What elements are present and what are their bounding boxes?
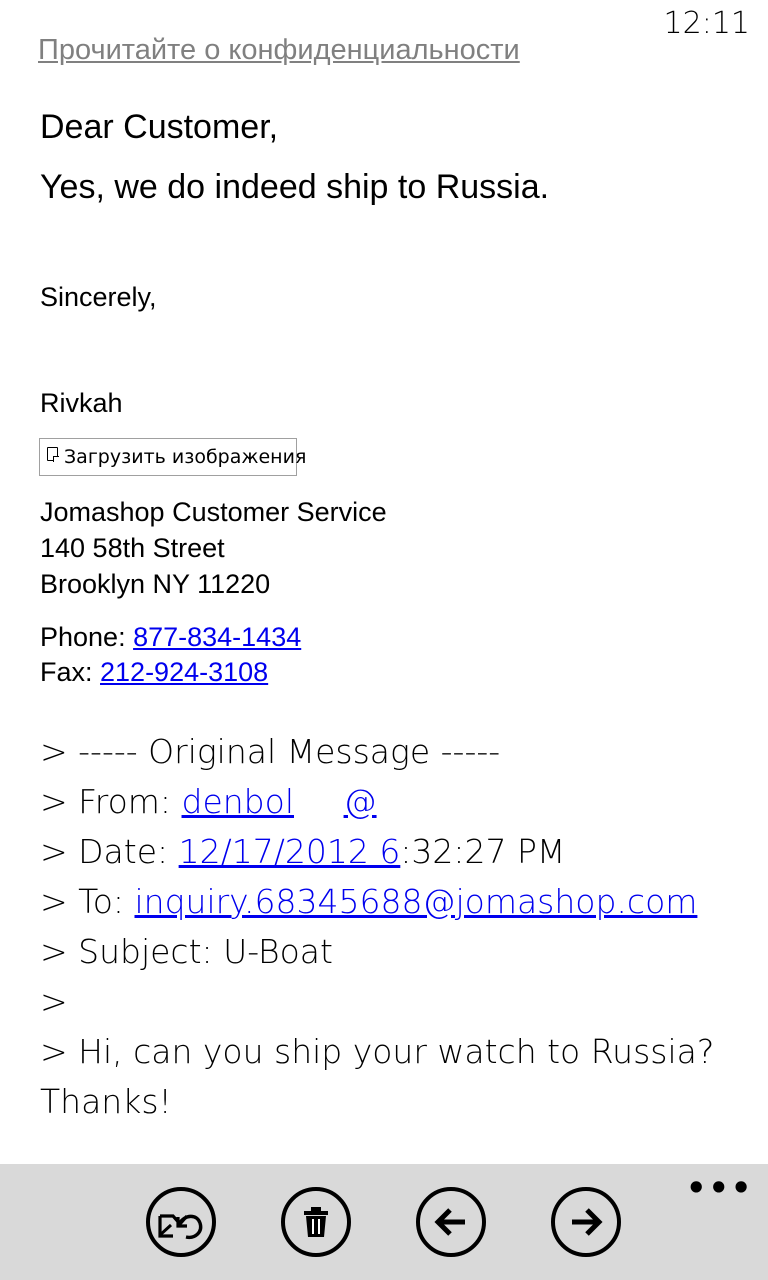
signature-phone: Phone: 877-834-1434: [40, 622, 301, 653]
arrow-left-icon: [434, 1208, 465, 1236]
load-images-label: Загрузить изображения: [64, 446, 307, 468]
quoted-header: > ----- Original Message -----: [40, 732, 501, 771]
trash-icon: [304, 1207, 328, 1237]
quoted-to: > To: inquiry.68345688@jomashop.com: [40, 882, 697, 921]
reply-icon: [158, 1214, 203, 1240]
privacy-link[interactable]: Прочитайте о конфиденциальности: [38, 22, 598, 66]
delete-button[interactable]: [281, 1187, 351, 1257]
quoted-to-label: > To:: [40, 882, 135, 921]
reply-line: Yes, we do indeed ship to Russia.: [40, 168, 550, 206]
quoted-question: > Hi, can you ship your watch to Russia?: [40, 1032, 715, 1071]
quoted-date: > Date: 12/17/2012 6:32:27 PM: [40, 832, 565, 871]
closing: Sincerely,: [40, 282, 157, 312]
privacy-link-text[interactable]: Прочитайте о конфиденциальности: [38, 34, 520, 66]
quoted-date-link[interactable]: 12/17/2012 6: [179, 832, 401, 871]
status-time: 12:11: [663, 6, 750, 41]
more-options-button[interactable]: •••: [686, 1172, 753, 1204]
load-images-button[interactable]: Загрузить изображения: [39, 438, 306, 476]
image-placeholder-icon: [47, 447, 59, 462]
signature-company: Jomashop Customer Service: [40, 497, 387, 527]
quoted-from-link-a[interactable]: denbolxx: [182, 782, 334, 821]
phone-label: Phone:: [40, 622, 134, 652]
previous-message-button[interactable]: [416, 1187, 486, 1257]
quoted-blank: >: [40, 982, 68, 1021]
next-message-button[interactable]: [551, 1187, 621, 1257]
greeting: Dear Customer,: [40, 108, 279, 146]
fax-label: Fax:: [40, 657, 101, 687]
arrow-right-icon: [572, 1208, 603, 1236]
app-bar: [0, 1164, 768, 1280]
fax-link[interactable]: 212-924-3108: [100, 657, 268, 687]
quoted-from-label: > From:: [40, 782, 182, 821]
quoted-to-link[interactable]: inquiry.68345688@jomashop.com: [135, 882, 698, 921]
reply-button[interactable]: [146, 1187, 216, 1257]
quoted-thanks: Thanks!: [40, 1082, 172, 1121]
quoted-subject: > Subject: U-Boat: [40, 932, 333, 971]
signature-fax: Fax: 212-924-3108: [40, 657, 268, 688]
quoted-from-link-b[interactable]: @xxxxxxxxx: [344, 782, 553, 821]
signature-city: Brooklyn NY 11220: [40, 569, 271, 599]
signer-name: Rivkah: [40, 388, 123, 418]
signature-street: 140 58th Street: [40, 533, 225, 563]
quoted-from: > From: denbolxx @xxxxxxxxx: [40, 782, 553, 821]
phone-link[interactable]: 877-834-1434: [133, 622, 301, 652]
quoted-date-rest: :32:27 PM: [400, 832, 566, 871]
quoted-date-label: > Date:: [40, 832, 179, 871]
